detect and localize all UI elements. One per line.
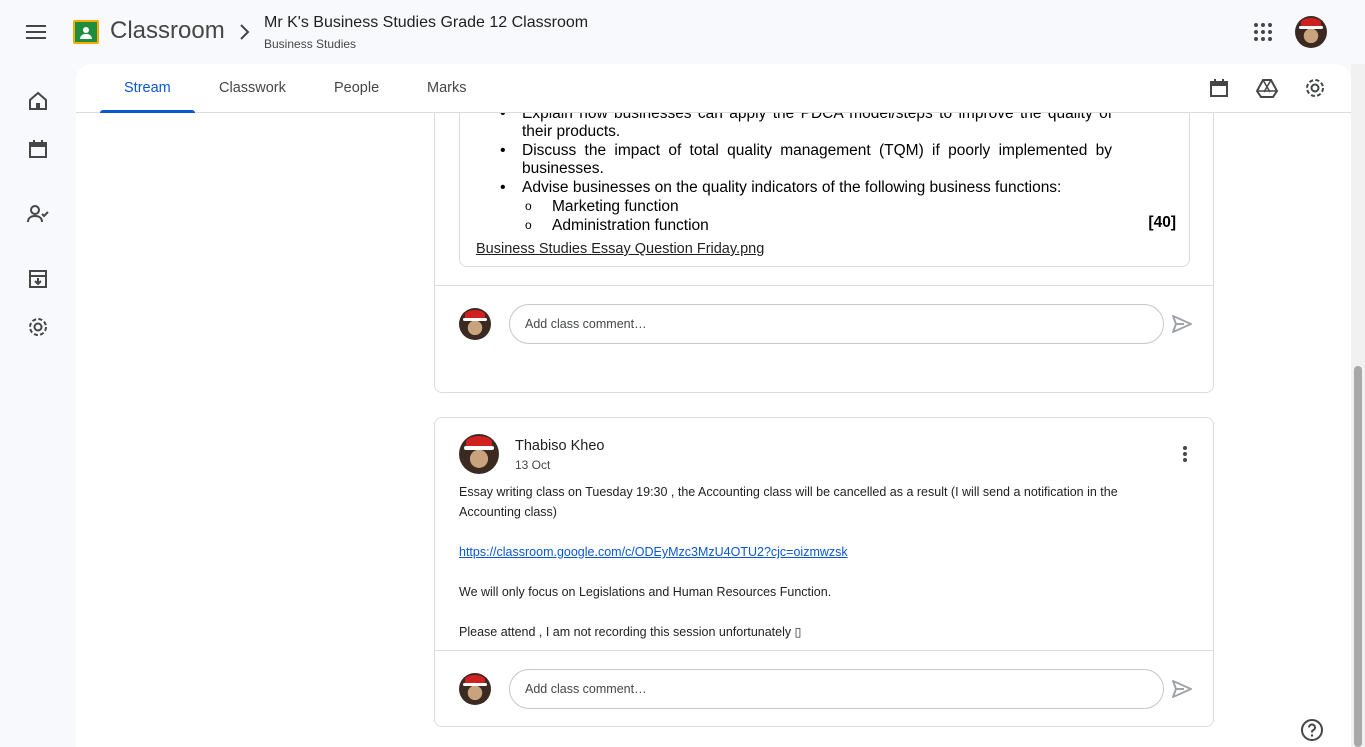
avatar [459,673,491,705]
app-name[interactable]: Classroom [110,17,225,45]
post-date: 13 Oct [515,458,551,472]
avatar [459,308,491,340]
post-paragraph: Essay writing class on Tuesday 19:30 , t… [459,485,1118,519]
tab-people[interactable]: People [310,64,403,112]
author-avatar [459,434,499,474]
calendar-icon [29,140,47,158]
post-body: Essay writing class on Tuesday 19:30 , t… [459,482,1179,662]
hamburger-menu-icon [26,25,46,39]
marks-total: [40] [1148,214,1176,231]
google-calendar-button[interactable] [1199,68,1239,108]
send-icon[interactable] [1170,312,1194,336]
essay-subpoint: Administration function [522,216,1112,235]
page-scrollbar[interactable] [1351,64,1365,747]
rail-home-button[interactable] [18,81,58,121]
account-avatar[interactable] [1295,16,1327,48]
announcement-card: Outline the differences between quality … [434,82,1214,393]
essay-point: Advise businesses on the quality indicat… [500,179,1112,197]
class-settings-button[interactable] [1295,68,1335,108]
post-paragraph: We will only focus on Legislations and H… [459,585,832,599]
rail-enrolled-button[interactable] [18,194,58,234]
tab-stream[interactable]: Stream [100,64,195,113]
essay-subpoint: Marketing function [522,197,1112,216]
class-tabs: Stream Classwork People Marks [76,64,1351,113]
post-options-button[interactable] [1165,434,1205,474]
attachment-file-link[interactable]: Business Studies Essay Question Friday.p… [476,241,764,257]
tab-classwork[interactable]: Classwork [195,64,310,112]
tab-marks[interactable]: Marks [403,64,490,112]
help-icon[interactable] [1300,718,1324,742]
drive-folder-button[interactable] [1247,68,1287,108]
google-apps-button[interactable] [1243,12,1283,52]
class-comment-row: Add class comment… [435,285,1213,361]
post-paragraph: Please attend , I am not recording this … [459,625,802,639]
rail-calendar-button[interactable] [18,129,58,169]
scrollbar-thumb[interactable] [1354,366,1362,747]
class-title[interactable]: Mr K's Business Studies Grade 12 Classro… [264,14,588,32]
stream-main: Stream Classwork People Marks Outline th… [76,64,1351,747]
class-comment-input[interactable]: Add class comment… [509,304,1164,344]
announcement-card: Thabiso Kheo 13 Oct Essay writing class … [434,417,1214,727]
essay-point: Discuss the impact of total quality mana… [500,142,1112,178]
rail-settings-button[interactable] [18,307,58,347]
class-subtitle: Business Studies [264,37,357,51]
apps-grid-icon [1254,23,1272,41]
send-icon[interactable] [1170,677,1194,701]
archive-icon [29,270,47,288]
rail-archived-button[interactable] [18,259,58,299]
settings-icon [1306,79,1324,97]
class-comment-row: Add class comment… [435,650,1213,726]
enrolled-people-icon [27,205,49,223]
classroom-logo[interactable] [73,20,99,44]
settings-icon [29,318,47,336]
more-vert-icon [1183,446,1187,462]
chevron-right-icon [240,24,250,40]
drive-icon [1256,79,1278,98]
post-author: Thabiso Kheo [515,438,605,454]
post-link[interactable]: https://classroom.google.com/c/ODEyMzc3M… [459,545,848,559]
home-icon [29,91,47,110]
navigation-rail [0,64,76,747]
class-comment-input[interactable]: Add class comment… [509,669,1164,709]
calendar-icon [1210,79,1228,97]
main-menu-button[interactable] [16,12,56,52]
top-app-bar: Classroom Mr K's Business Studies Grade … [0,0,1365,64]
